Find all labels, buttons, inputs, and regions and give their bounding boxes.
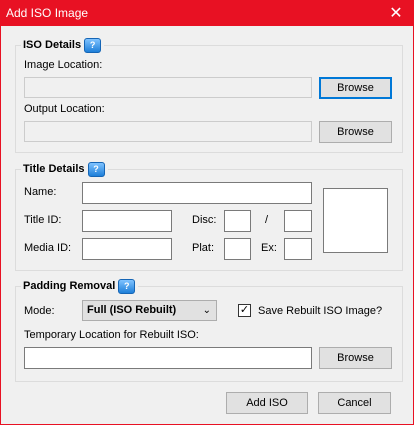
close-icon[interactable]: ✕ [379,1,413,26]
chevron-down-icon: ⌄ [202,305,211,316]
disc-label: Disc: [192,214,217,226]
cover-preview-box [323,188,388,253]
ex-field[interactable] [284,238,312,260]
iso-details-title: ISO Details [23,39,82,51]
mode-label: Mode: [24,305,55,317]
title-details-legend: Title Details ? [21,161,108,177]
title-id-label: Title ID: [24,214,62,226]
iso-details-legend: ISO Details ? [21,37,105,53]
save-rebuilt-checkbox[interactable]: ✓ [238,304,251,317]
help-icon[interactable]: ? [118,278,136,294]
add-iso-button[interactable]: Add ISO [226,392,308,414]
save-rebuilt-label: Save Rebuilt ISO Image? [258,305,383,317]
help-icon[interactable]: ? [84,37,102,53]
output-location-field[interactable] [24,121,312,142]
output-location-label: Output Location: [24,103,105,115]
media-id-field[interactable] [82,238,172,260]
plat-label: Plat: [192,242,215,254]
disc-number-field[interactable] [224,210,251,232]
temp-location-field[interactable] [24,347,312,369]
temp-browse-button[interactable]: Browse [319,347,392,369]
window-title: Add ISO Image [6,6,89,20]
title-bar: Add ISO Image ✕ [1,1,413,26]
title-details-title: Title Details [23,163,85,175]
name-field[interactable] [82,182,312,204]
disc-separator: / [265,214,269,226]
media-id-label: Media ID: [24,242,72,254]
cancel-button[interactable]: Cancel [318,392,391,414]
padding-removal-legend: Padding Removal ? [21,278,139,294]
image-location-field[interactable] [24,77,312,98]
output-browse-button[interactable]: Browse [319,121,392,143]
padding-removal-title: Padding Removal [23,280,116,292]
image-browse-button[interactable]: Browse [319,77,392,99]
title-id-field[interactable] [82,210,172,232]
image-location-label: Image Location: [24,59,103,71]
help-icon[interactable]: ? [87,161,105,177]
mode-value: Full (ISO Rebuilt) [87,304,177,316]
plat-field[interactable] [224,238,251,260]
disc-count-field[interactable] [284,210,312,232]
temp-location-label: Temporary Location for Rebuilt ISO: [24,329,199,341]
add-iso-dialog: Add ISO Image ✕ ISO Details ? Image Loca… [0,0,414,425]
mode-select[interactable]: Full (ISO Rebuilt) ⌄ [82,300,217,321]
ex-label: Ex: [261,242,277,254]
name-label: Name: [24,186,57,198]
